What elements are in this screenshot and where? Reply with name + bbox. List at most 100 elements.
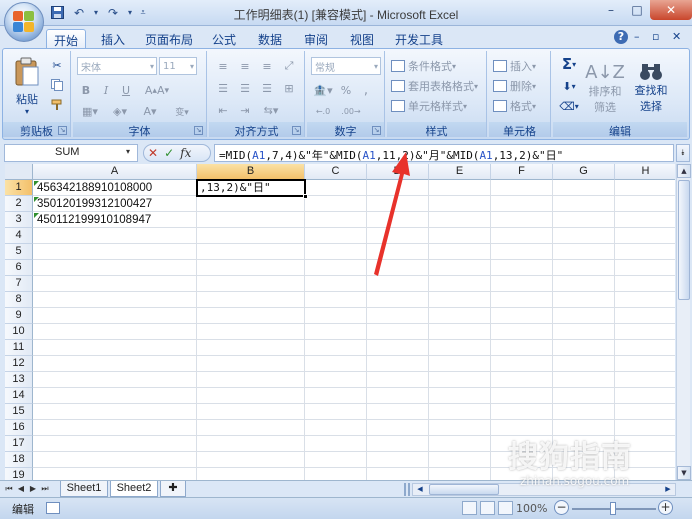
column-header[interactable]: D — [367, 164, 429, 180]
tab-insert[interactable]: 插入 — [94, 29, 132, 48]
column-header[interactable]: F — [491, 164, 553, 180]
column-header[interactable]: E — [429, 164, 491, 180]
cell-A2[interactable]: 350120199312100427 — [35, 196, 197, 212]
cell-styles-button[interactable]: 单元格样式 ▾ — [391, 97, 483, 115]
font-size-select[interactable]: 11 ▾ — [159, 57, 197, 75]
font-color-icon[interactable]: A▾ — [137, 103, 163, 119]
align-bottom-icon[interactable]: ≡ — [257, 57, 277, 75]
tab-developer[interactable]: 开发工具 — [390, 29, 448, 48]
name-box-dropdown-icon[interactable]: ▾ — [126, 147, 130, 156]
tab-review[interactable]: 审阅 — [298, 29, 334, 48]
row-header[interactable]: 3 — [5, 212, 33, 228]
row-header[interactable]: 8 — [5, 292, 33, 308]
macro-record-icon[interactable] — [46, 502, 60, 514]
row-header[interactable]: 15 — [5, 404, 33, 420]
row-header[interactable]: 7 — [5, 276, 33, 292]
cancel-icon[interactable]: ✕ — [148, 146, 158, 160]
column-header[interactable]: C — [305, 164, 367, 180]
vertical-scroll-thumb[interactable] — [678, 180, 690, 300]
alignment-launcher-icon[interactable]: ↘ — [292, 126, 301, 135]
sheet-tab-sheet1[interactable]: Sheet1 — [60, 481, 108, 497]
fill-color-icon[interactable]: ◈▾ — [107, 103, 133, 119]
borders-icon[interactable]: ▦▾ — [77, 103, 103, 119]
expand-formula-bar-icon[interactable]: ⯯ — [676, 144, 690, 162]
cut-icon[interactable]: ✂ — [49, 57, 65, 73]
vertical-scrollbar[interactable]: ▲ ▼ — [676, 164, 691, 480]
row-header[interactable]: 19 — [5, 468, 33, 480]
column-header[interactable]: A — [33, 164, 197, 180]
copy-icon[interactable] — [49, 77, 65, 93]
insert-sheet-icon[interactable]: ✚ — [160, 481, 186, 497]
find-select-button[interactable]: 查找和 选择 — [629, 55, 673, 121]
tab-page-layout[interactable]: 页面布局 — [140, 29, 198, 48]
clear-icon[interactable]: ⌫ ▾ — [557, 97, 581, 115]
format-as-table-button[interactable]: 套用表格格式 ▾ — [391, 77, 487, 95]
minimize-button[interactable]: – — [598, 0, 624, 20]
insert-function-icon[interactable]: fx — [180, 146, 191, 160]
column-header[interactable]: H — [615, 164, 675, 180]
next-sheet-icon[interactable]: ▶ — [28, 483, 38, 495]
maximize-button[interactable]: □ — [624, 0, 650, 20]
conditional-formatting-button[interactable]: 条件格式 ▾ — [391, 57, 483, 75]
align-top-icon[interactable]: ≡ — [213, 57, 233, 75]
prev-sheet-icon[interactable]: ◀ — [16, 483, 26, 495]
number-format-select[interactable]: 常规 ▾ — [311, 57, 381, 75]
decrease-decimal-icon[interactable]: .00→ — [339, 103, 363, 119]
sort-filter-button[interactable]: A↓Z 排序和 筛选 — [585, 55, 625, 121]
tab-view[interactable]: 视图 — [344, 29, 380, 48]
align-middle-icon[interactable]: ≡ — [235, 57, 255, 75]
decrease-indent-icon[interactable]: ⇤ — [213, 101, 233, 119]
horizontal-scroll-thumb[interactable] — [429, 484, 499, 495]
scroll-up-icon[interactable]: ▲ — [677, 164, 691, 178]
row-header[interactable]: 16 — [5, 420, 33, 436]
tab-data[interactable]: 数据 — [252, 29, 288, 48]
align-left-icon[interactable]: ☰ — [213, 79, 233, 97]
number-launcher-icon[interactable]: ↘ — [372, 126, 381, 135]
comma-style-icon[interactable]: , — [357, 81, 375, 99]
row-header[interactable]: 6 — [5, 260, 33, 276]
row-header[interactable]: 14 — [5, 388, 33, 404]
column-header[interactable]: B — [197, 164, 305, 180]
zoom-slider-knob[interactable] — [610, 502, 616, 515]
close-button[interactable]: ✕ — [650, 0, 692, 20]
scroll-right-icon[interactable]: ▶ — [661, 484, 675, 495]
font-name-select[interactable]: 宋体 ▾ — [77, 57, 157, 75]
row-header[interactable]: 17 — [5, 436, 33, 452]
ribbon-restore-button[interactable]: ▫ — [652, 30, 659, 43]
fill-icon[interactable]: ⬇ ▾ — [557, 77, 581, 95]
tab-split-handle[interactable] — [404, 483, 410, 496]
formula-input[interactable]: =MID(A1,7,4)&"年"&MID(A1,11,2)&"月"&MID(A1… — [214, 144, 674, 162]
row-header[interactable]: 12 — [5, 356, 33, 372]
ribbon-minimize-button[interactable]: – — [634, 30, 640, 43]
fill-handle[interactable] — [303, 194, 308, 199]
paste-dropdown-icon[interactable]: ▾ — [25, 107, 29, 116]
increase-indent-icon[interactable]: ⇥ — [235, 101, 255, 119]
row-header[interactable]: 4 — [5, 228, 33, 244]
format-cells-button[interactable]: 格式 ▾ — [493, 97, 549, 115]
sheet-tab-sheet2[interactable]: Sheet2 — [110, 481, 158, 497]
increase-decimal-icon[interactable]: ←.0 — [311, 103, 335, 119]
page-break-view-icon[interactable] — [498, 501, 513, 515]
help-icon[interactable]: ? — [614, 30, 628, 44]
row-header[interactable]: 1 — [5, 180, 33, 196]
autosum-icon[interactable]: Σ ▾ — [557, 55, 581, 73]
active-cell-B1[interactable]: ,13,2)&"日" — [196, 179, 306, 197]
row-header[interactable]: 5 — [5, 244, 33, 260]
bold-button[interactable]: B — [77, 81, 95, 99]
ribbon-close-button[interactable]: ✕ — [672, 30, 681, 43]
row-header[interactable]: 2 — [5, 196, 33, 212]
row-header[interactable]: 11 — [5, 340, 33, 356]
last-sheet-icon[interactable]: ⏭ — [40, 483, 50, 495]
select-all-corner[interactable] — [5, 164, 33, 180]
underline-button[interactable]: U — [117, 81, 135, 99]
merge-center-icon[interactable]: ⊞ — [279, 79, 299, 97]
zoom-out-icon[interactable]: − — [554, 500, 569, 515]
font-launcher-icon[interactable]: ↘ — [194, 126, 203, 135]
row-header[interactable]: 13 — [5, 372, 33, 388]
scroll-left-icon[interactable]: ◀ — [413, 484, 427, 495]
format-painter-icon[interactable] — [49, 97, 65, 113]
phonetic-icon[interactable]: 变▾ — [169, 103, 195, 119]
cell-A1[interactable]: 456342188910108000 — [35, 180, 197, 196]
paste-button[interactable]: 粘贴 ▾ — [9, 55, 45, 117]
row-header[interactable]: 10 — [5, 324, 33, 340]
